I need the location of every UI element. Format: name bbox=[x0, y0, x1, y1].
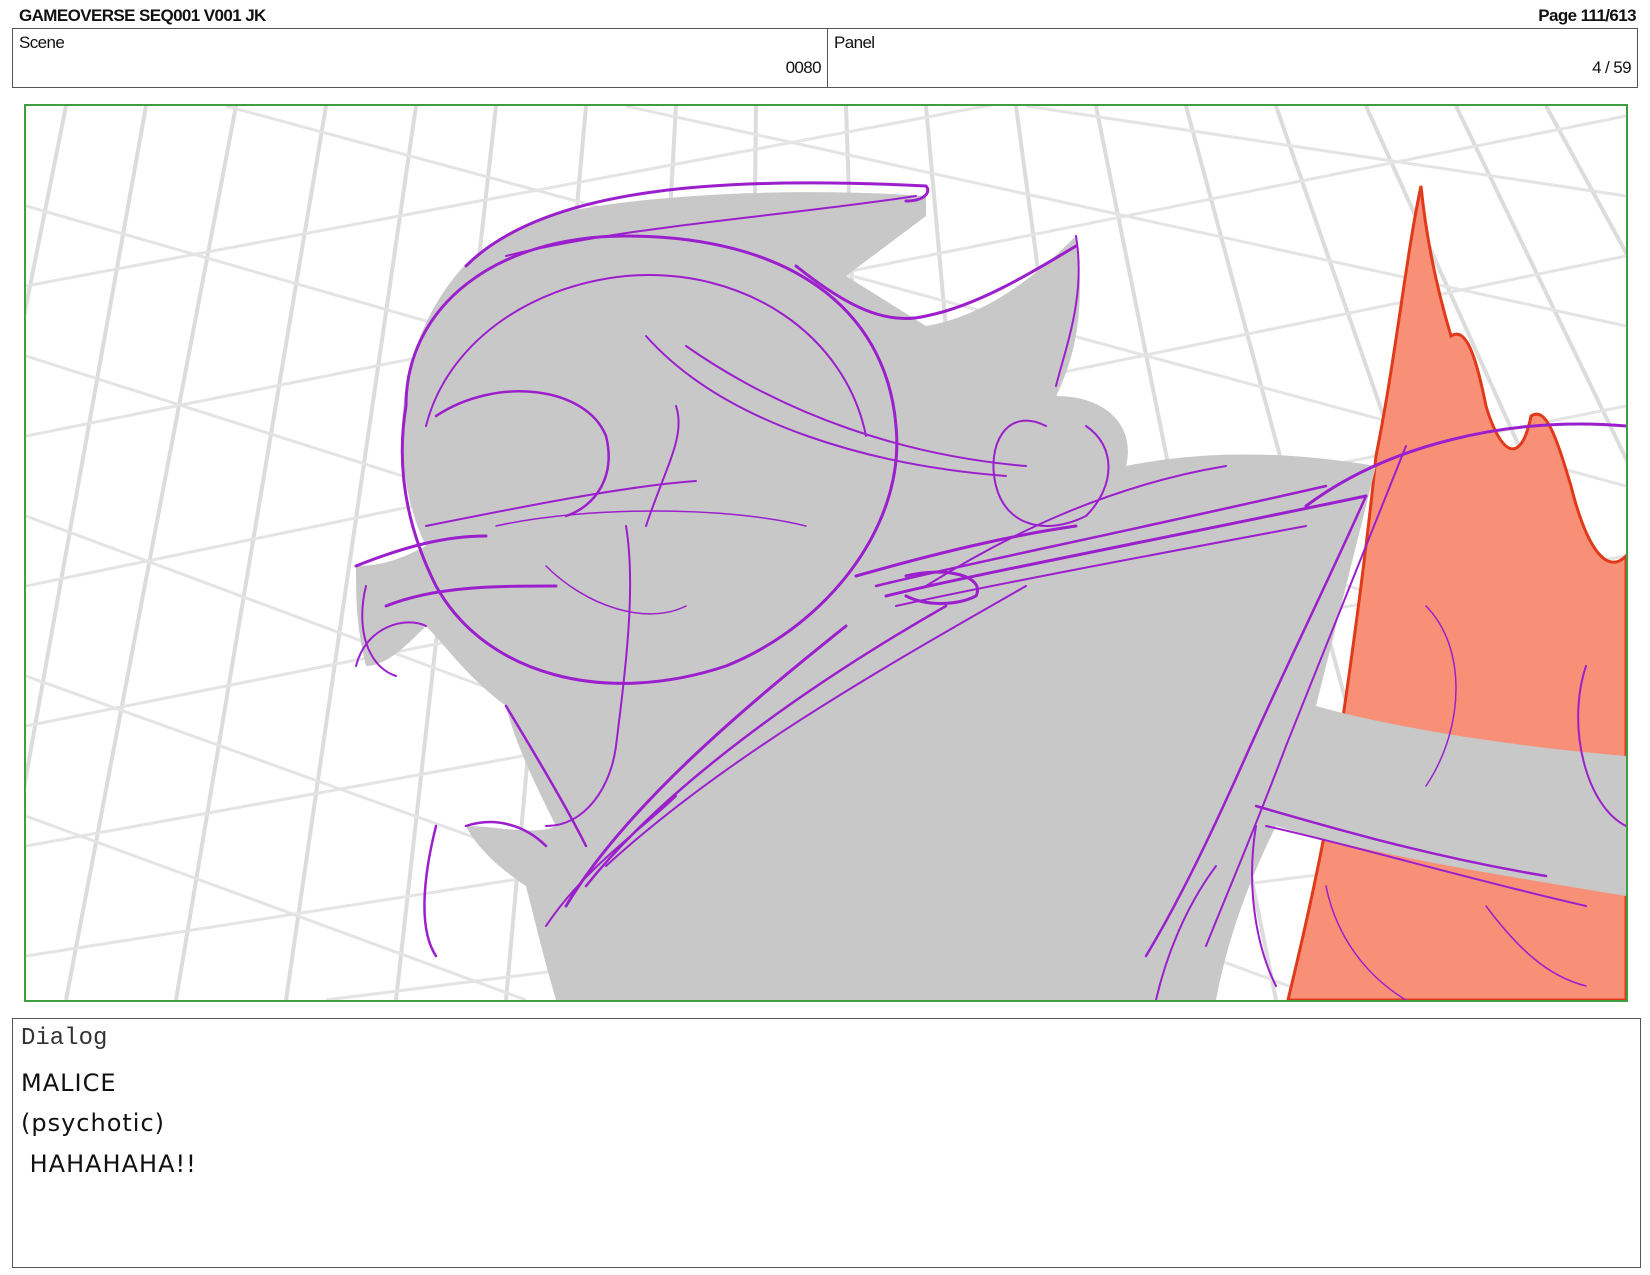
document-title: GAMEOVERSE SEQ001 V001 JK bbox=[19, 6, 266, 25]
scene-cell: Scene 0080 bbox=[13, 29, 828, 87]
storyboard-sketch-image bbox=[26, 106, 1626, 1000]
scene-label: Scene bbox=[19, 33, 65, 52]
dialog-character-name: MALICE bbox=[21, 1069, 117, 1097]
dialog-line-text: HAHAHAHA!! bbox=[21, 1150, 197, 1178]
dialog-heading: Dialog bbox=[21, 1025, 108, 1052]
storyboard-panel-frame bbox=[24, 104, 1628, 1002]
dialog-box: Dialog MALICE (psychotic) HAHAHAHA!! bbox=[12, 1018, 1641, 1268]
panel-value: 4 / 59 bbox=[1592, 58, 1632, 77]
page-number: Page 111/613 bbox=[1538, 6, 1636, 25]
panel-label: Panel bbox=[834, 33, 875, 52]
dialog-parenthetical: (psychotic) bbox=[21, 1109, 166, 1137]
scene-panel-info: Scene 0080 Panel 4 / 59 bbox=[12, 28, 1638, 88]
scene-value: 0080 bbox=[785, 58, 822, 77]
panel-cell: Panel 4 / 59 bbox=[828, 29, 1637, 87]
